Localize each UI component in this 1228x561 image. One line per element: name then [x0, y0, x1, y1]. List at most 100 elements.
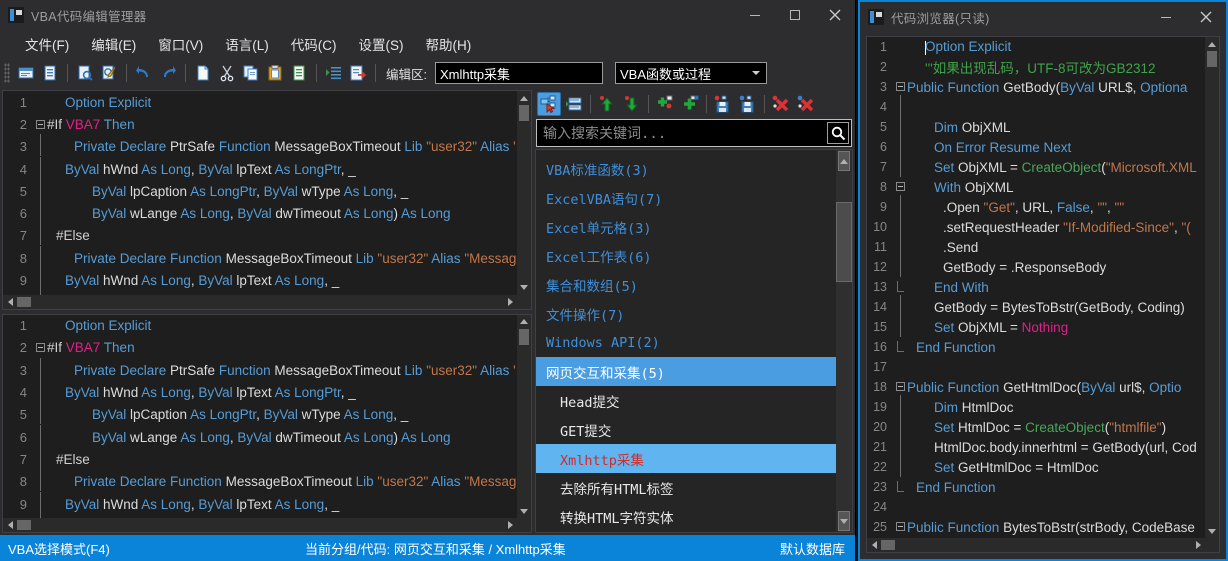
tree-item-group[interactable]: 网页交互和采集(5): [536, 357, 836, 386]
scroll-left-icon[interactable]: [3, 297, 17, 306]
scroll-right-icon[interactable]: [1191, 541, 1205, 549]
tree-item-code[interactable]: GET提交: [536, 415, 836, 444]
scroll-thumb[interactable]: [836, 202, 852, 282]
tree-item-code[interactable]: 转换HTML字符实体: [536, 502, 836, 531]
library-search[interactable]: 输入搜索关键词...: [536, 119, 852, 147]
delete-group-icon[interactable]: [794, 92, 818, 116]
tree-item-group[interactable]: 集合和数组(5): [536, 270, 836, 299]
maximize-icon[interactable]: [775, 0, 815, 30]
save-node-icon[interactable]: [711, 92, 735, 116]
scroll-thumb[interactable]: [881, 540, 895, 550]
fold-toggle-icon[interactable]: [893, 522, 907, 533]
new-file-icon[interactable]: [192, 62, 214, 84]
tree-item-group[interactable]: 数据结构和算法(2): [536, 531, 836, 532]
edit-preview-icon[interactable]: [98, 62, 120, 84]
add-group-icon[interactable]: [678, 92, 702, 116]
paste-icon[interactable]: [264, 62, 286, 84]
window-icon[interactable]: [15, 62, 37, 84]
scroll-up-icon[interactable]: [838, 151, 850, 171]
fold-toggle-icon[interactable]: [893, 82, 907, 93]
tree-item-group[interactable]: ExcelVBA语句(7): [536, 183, 836, 212]
scroll-thumb[interactable]: [17, 520, 31, 530]
library-tree[interactable]: VBA标准函数(3) ExcelVBA语句(7) Excel单元格(3) Excel工…: [535, 149, 853, 533]
tree-vscrollbar[interactable]: [836, 150, 852, 532]
scroll-down-icon[interactable]: [517, 504, 531, 518]
fold-toggle-icon[interactable]: [893, 182, 907, 193]
tree-item-code[interactable]: Head提交: [536, 386, 836, 415]
close-icon[interactable]: [815, 0, 855, 30]
menu-help[interactable]: 帮助(H): [415, 31, 483, 57]
status-mode: VBA选择模式(F4): [8, 541, 110, 557]
edit-zone-input[interactable]: [434, 62, 603, 84]
search-icon[interactable]: [827, 122, 849, 144]
add-node-icon[interactable]: [653, 92, 677, 116]
scroll-thumb[interactable]: [519, 328, 529, 345]
fold-toggle-icon[interactable]: [33, 119, 47, 130]
copy-icon[interactable]: [240, 62, 262, 84]
menu-code[interactable]: 代码(C): [280, 31, 348, 57]
move-up-icon[interactable]: [595, 92, 619, 116]
save-group-icon[interactable]: [736, 92, 760, 116]
scroll-up-icon[interactable]: [517, 91, 531, 105]
toolbar-separator: [706, 95, 707, 113]
minimize-icon[interactable]: [735, 0, 775, 30]
editor-pane-top[interactable]: 1 Option Explicit 2 #If VBA7 Then 3 Private D…: [2, 90, 532, 310]
preview-icon[interactable]: [74, 62, 96, 84]
indent-icon[interactable]: [323, 62, 345, 84]
fold-toggle-icon[interactable]: [33, 342, 47, 353]
editor-top-hscrollbar[interactable]: [3, 294, 517, 309]
line-number: 5: [19, 183, 27, 199]
tree-item-group[interactable]: Excel工作表(6): [536, 241, 836, 270]
scroll-left-icon[interactable]: [867, 541, 881, 549]
cut-icon[interactable]: [216, 62, 238, 84]
scroll-left-icon[interactable]: [3, 521, 17, 529]
list-view-icon[interactable]: [562, 92, 586, 116]
tree-item-group[interactable]: VBA标准函数(3): [536, 154, 836, 183]
scroll-up-icon[interactable]: [1205, 37, 1219, 51]
tree-item-code[interactable]: 去除所有HTML标签: [536, 473, 836, 502]
scroll-down-icon[interactable]: [1205, 524, 1219, 538]
browser-vscrollbar[interactable]: [1205, 37, 1219, 538]
browser-hscrollbar[interactable]: [867, 538, 1205, 552]
search-input[interactable]: 输入搜索关键词...: [543, 123, 827, 143]
code-text-bottom[interactable]: 1 Option Explicit 2 #If VBA7 Then 3 Private D…: [3, 315, 517, 518]
menu-window[interactable]: 窗口(V): [147, 31, 214, 57]
code-browser-view[interactable]: 1 Option Explicit 2 '''如果出现乱码，UTF-8可改为GB231…: [866, 36, 1220, 553]
code-text-right[interactable]: 1 Option Explicit 2 '''如果出现乱码，UTF-8可改为GB231…: [867, 37, 1205, 538]
scroll-thumb[interactable]: [17, 296, 31, 307]
close-icon[interactable]: [1186, 2, 1226, 32]
editor-bottom-vscrollbar[interactable]: [517, 314, 531, 518]
menu-language[interactable]: 语言(L): [214, 31, 280, 57]
tree-item-code[interactable]: Xmlhttp采集: [536, 444, 836, 473]
delete-node-icon[interactable]: [769, 92, 793, 116]
menu-file[interactable]: 文件(F): [14, 31, 80, 57]
editor-top-vscrollbar[interactable]: [517, 91, 531, 295]
move-down-icon[interactable]: [620, 92, 644, 116]
scope-select[interactable]: VBA函数或过程: [614, 62, 767, 84]
editor-pane-bottom[interactable]: 1 Option Explicit 2 #If VBA7 Then 3 Private D…: [2, 313, 532, 533]
fold-toggle-icon[interactable]: [893, 382, 907, 393]
tree-item-group[interactable]: Windows API(2): [536, 328, 836, 357]
minimize-icon[interactable]: [1146, 2, 1186, 32]
list-icon[interactable]: [39, 62, 61, 84]
menu-edit[interactable]: 编辑(E): [80, 31, 147, 57]
scroll-thumb[interactable]: [1207, 51, 1217, 67]
scroll-right-icon[interactable]: [503, 521, 517, 529]
tree-items[interactable]: VBA标准函数(3) ExcelVBA语句(7) Excel单元格(3) Excel工…: [536, 150, 836, 532]
toolbar-grip[interactable]: [4, 63, 10, 83]
paste-plain-icon[interactable]: [288, 62, 310, 84]
scroll-thumb[interactable]: [519, 105, 529, 121]
scroll-up-icon[interactable]: [517, 315, 531, 329]
editor-bottom-hscrollbar[interactable]: [3, 518, 517, 532]
code-text-top[interactable]: 1 Option Explicit 2 #If VBA7 Then 3 Private D…: [3, 91, 517, 295]
export-icon[interactable]: [347, 62, 369, 84]
redo-icon[interactable]: [157, 62, 179, 84]
scroll-right-icon[interactable]: [503, 297, 517, 306]
scroll-down-icon[interactable]: [838, 511, 850, 531]
menu-settings[interactable]: 设置(S): [348, 31, 415, 57]
scroll-down-icon[interactable]: [517, 281, 531, 295]
tree-item-group[interactable]: Excel单元格(3): [536, 212, 836, 241]
select-node-icon[interactable]: [537, 92, 561, 116]
tree-item-group[interactable]: 文件操作(7): [536, 299, 836, 328]
undo-icon[interactable]: [133, 62, 155, 84]
